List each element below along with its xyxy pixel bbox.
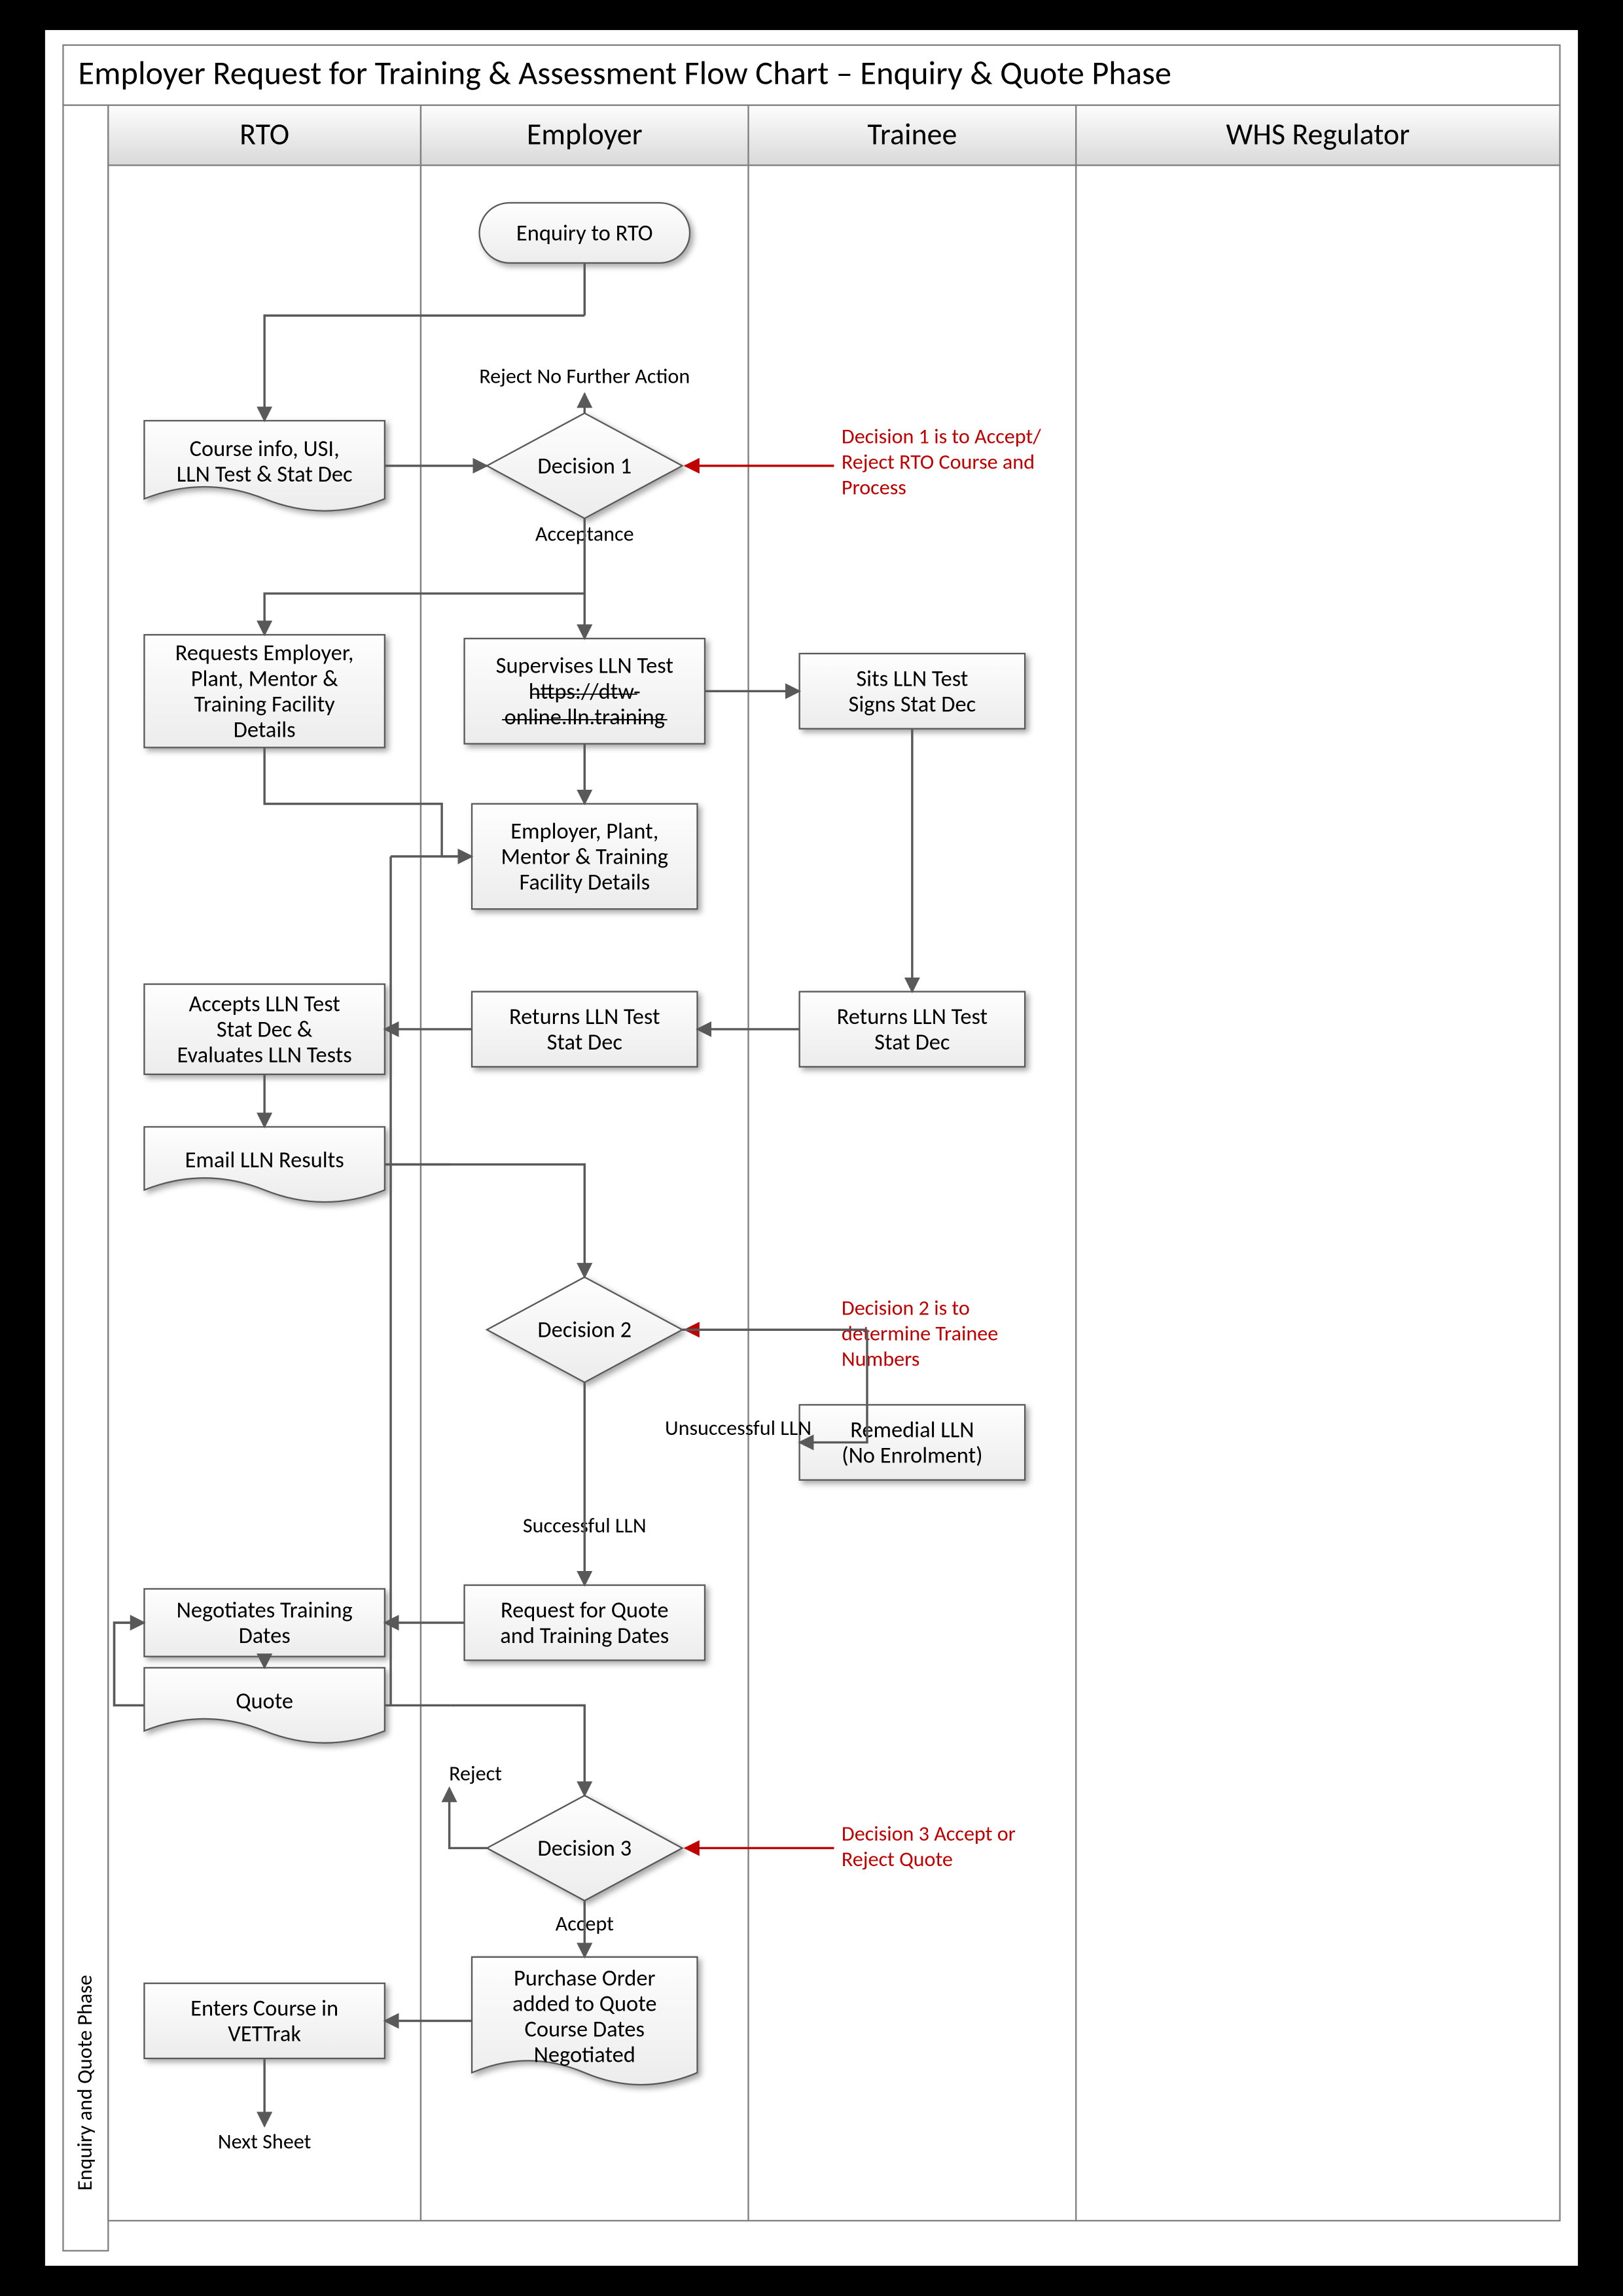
svg-text:Decision 2: Decision 2 [537,1316,632,1344]
svg-text:Employer, Plant,: Employer, Plant, [510,817,658,845]
box-trainee-returns-lln: Returns LLN TestStat Dec [800,992,1025,1067]
svg-text:Purchase Order: Purchase Order [514,1965,656,1992]
svg-text:Enquiry to RTO: Enquiry to RTO [516,219,653,247]
svg-text:Course Dates: Course Dates [524,2016,645,2043]
box-accepts-lln: Accepts LLN TestStat Dec &Evaluates LLN … [144,984,384,1074]
svg-text:WHS Regulator: WHS Regulator [1226,116,1410,152]
svg-text:Dates: Dates [239,1622,291,1650]
svg-text:Details: Details [234,716,296,743]
svg-text:Stat Dec: Stat Dec [874,1029,950,1056]
svg-text:Signs Stat Dec: Signs Stat Dec [849,690,976,718]
svg-text:Reject No Further Action: Reject No Further Action [479,363,690,389]
svg-text:Reject RTO Course and: Reject RTO Course and [842,448,1035,474]
box-plant-details: Employer, Plant,Mentor & TrainingFacilit… [472,804,697,910]
svg-text:Facility Details: Facility Details [519,868,650,896]
start-enquiry: Enquiry to RTO [480,203,690,263]
svg-text:Supervises LLN Test: Supervises LLN Test [496,652,673,680]
svg-text:Evaluates LLN Tests: Evaluates LLN Tests [177,1041,352,1069]
flowchart-stage: Employer Request for Training & Assessme… [0,0,1623,2296]
svg-text:Requests Employer,: Requests Employer, [175,639,354,667]
svg-text:Negotiates Training: Negotiates Training [177,1597,353,1624]
svg-text:Returns LLN Test: Returns LLN Test [509,1003,660,1031]
svg-text:Decision 3 Accept or: Decision 3 Accept or [842,1820,1016,1846]
svg-text:RTO: RTO [240,116,289,152]
svg-text:Negotiated: Negotiated [534,2041,635,2069]
svg-text:determine Trainee: determine Trainee [842,1320,998,1346]
box-supervises-lln: Supervises LLN Testhttps://dtw-online.ll… [465,639,705,744]
svg-text:Decision 3: Decision 3 [537,1835,632,1862]
svg-text:Course info, USI,: Course info, USI, [190,435,340,463]
svg-text:Unsuccessful LLN: Unsuccessful LLN [665,1415,812,1441]
svg-text:Remedial LLN: Remedial LLN [850,1416,974,1443]
box-sits-lln: Sits LLN TestSigns Stat Dec [800,654,1025,729]
svg-text:Stat Dec &: Stat Dec & [217,1016,313,1043]
svg-text:Training Facility: Training Facility [194,690,336,718]
svg-text:Stat Dec: Stat Dec [547,1029,622,1056]
svg-text:Accepts LLN Test: Accepts LLN Test [188,990,340,1017]
svg-text:Next Sheet: Next Sheet [218,2128,312,2155]
box-negotiates: Negotiates TrainingDates [144,1589,384,1656]
svg-text:online.lln.training: online.lln.training [505,703,665,731]
svg-text:and Training Dates: and Training Dates [500,1622,669,1650]
svg-text:Plant, Mentor &: Plant, Mentor & [191,665,338,692]
svg-text:Returns LLN Test: Returns LLN Test [837,1003,988,1031]
svg-text:(No Enrolment): (No Enrolment) [842,1441,982,1469]
svg-text:Sits LLN Test: Sits LLN Test [856,665,968,692]
svg-text:Process: Process [842,474,906,500]
box-request-quote: Request for Quoteand Training Dates [465,1585,705,1661]
svg-text:Email LLN Results: Email LLN Results [185,1146,344,1174]
svg-text:Reject: Reject [449,1760,502,1786]
svg-text:Numbers: Numbers [842,1345,919,1371]
svg-text:Employer Request for Training: Employer Request for Training & Assessme… [78,53,1171,94]
box-requests-details: Requests Employer,Plant, Mentor &Trainin… [144,635,384,747]
svg-text:Decision 2 is to: Decision 2 is to [842,1294,970,1320]
svg-text:Request for Quote: Request for Quote [501,1597,668,1624]
svg-text:Enters Course in: Enters Course in [190,1994,338,2022]
svg-text:VETTrak: VETTrak [228,2021,301,2048]
svg-text:Quote: Quote [236,1687,293,1715]
svg-text:Decision 1 is to Accept/: Decision 1 is to Accept/ [842,423,1041,449]
box-emp-returns-lln: Returns LLN TestStat Dec [472,992,697,1067]
box-enters-vettrak: Enters Course inVETTrak [144,1983,384,2058]
svg-text:Trainee: Trainee [867,116,957,152]
svg-text:Employer: Employer [527,116,643,152]
svg-text:LLN Test & Stat Dec: LLN Test & Stat Dec [177,461,353,488]
svg-text:https://dtw-: https://dtw- [529,678,641,705]
svg-text:added to Quote: added to Quote [512,1990,657,2018]
svg-text:Reject Quote: Reject Quote [842,1846,953,1872]
svg-text:Enquiry and Quote Phase: Enquiry and Quote Phase [71,1975,98,2191]
svg-text:Decision 1: Decision 1 [537,452,632,480]
svg-text:Mentor & Training: Mentor & Training [501,843,668,870]
